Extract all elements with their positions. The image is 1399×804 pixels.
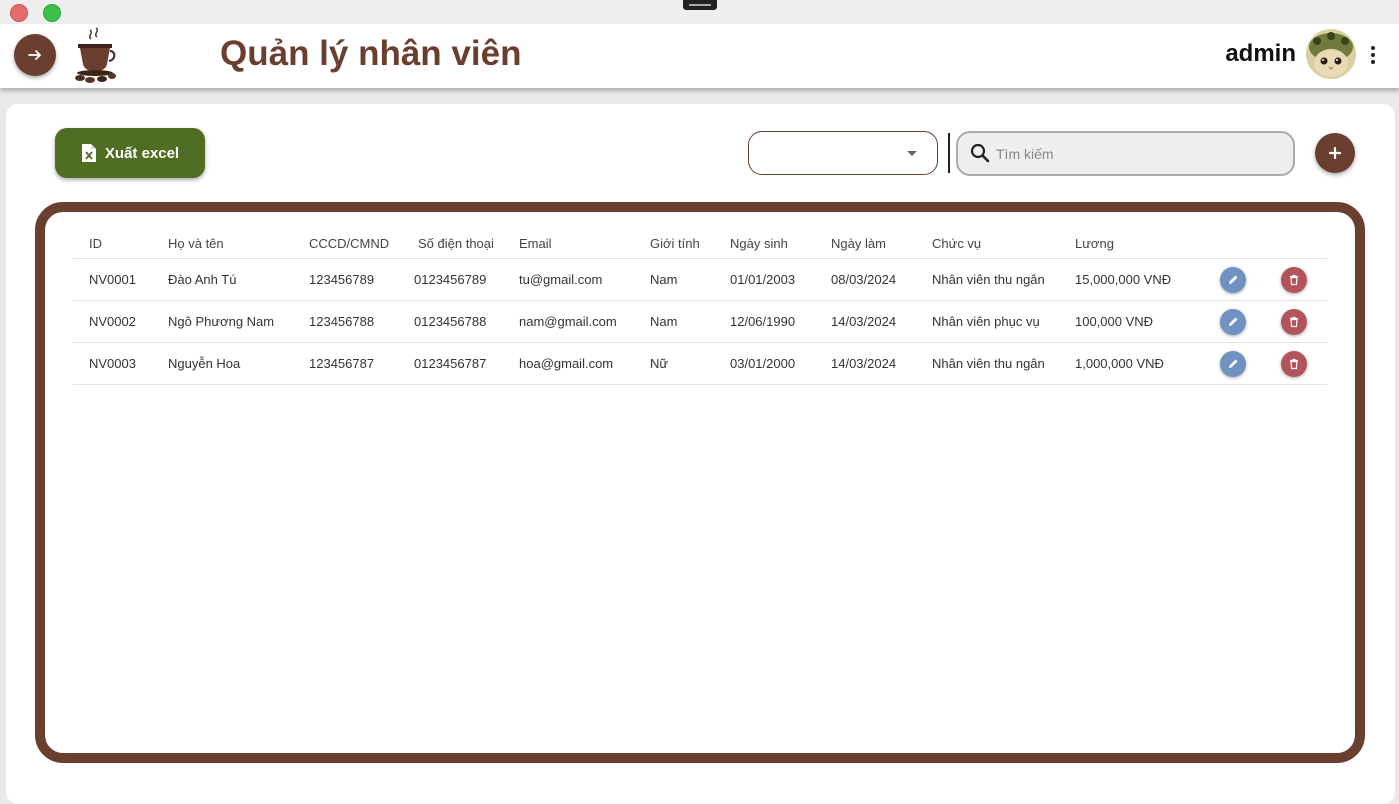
avatar[interactable] (1306, 29, 1356, 79)
cell-start-date: 14/03/2024 (815, 342, 916, 385)
column-header-name: Họ và tên (168, 235, 224, 251)
cell-email: tu@gmail.com (503, 258, 634, 301)
cell-delete (1265, 258, 1327, 301)
window-titlebar (0, 0, 1399, 24)
cell-edit (1204, 342, 1265, 385)
column-header-id: ID (89, 235, 102, 251)
cell-birth-date: 12/06/1990 (714, 300, 815, 343)
delete-button[interactable] (1281, 350, 1307, 377)
column-header-gender: Giới tính (650, 235, 700, 251)
table-row[interactable]: NV0002 Ngô Phương Nam 123456788 01234567… (73, 300, 1327, 343)
column-header-id-card: CCCD/CMND (309, 235, 390, 251)
cell-id: NV0002 (73, 300, 152, 343)
cell-name: Ngô Phương Nam (152, 300, 287, 343)
employee-table: ID Họ và tên CCCD/CMND Số điện thoại Ema… (73, 228, 1327, 385)
user-name: admin (1225, 40, 1296, 67)
cell-edit (1204, 258, 1265, 301)
column-header-email: Email (519, 235, 552, 251)
cell-gender: Nam (634, 258, 714, 301)
cell-edit (1204, 300, 1265, 343)
more-vert-icon-dot (1371, 53, 1375, 57)
delete-button[interactable] (1281, 308, 1307, 335)
cell-delete (1265, 342, 1327, 385)
cell-email: nam@gmail.com (503, 300, 634, 343)
cell-id-card: 123456788 (287, 300, 396, 343)
plus-icon (1329, 147, 1341, 159)
column-header-delete (1265, 228, 1327, 259)
employee-table-frame: ID Họ và tên CCCD/CMND Số điện thoại Ema… (35, 202, 1365, 763)
cell-position: Nhân viên thu ngân (916, 258, 1059, 301)
trash-icon (1290, 316, 1298, 327)
more-vert-icon-dot (1371, 60, 1375, 64)
table-row[interactable]: NV0003 Nguyễn Hoa 123456787 0123456787 h… (73, 342, 1327, 385)
column-header-edit (1204, 228, 1265, 259)
position-filter-dropdown[interactable] (748, 131, 938, 175)
edit-button[interactable] (1220, 266, 1246, 293)
cell-email: hoa@gmail.com (503, 342, 634, 385)
more-vert-button[interactable] (1364, 40, 1382, 70)
column-header-start-date: Ngày làm (831, 235, 886, 251)
cell-start-date: 08/03/2024 (815, 258, 916, 301)
cell-phone: 0123456787 (396, 342, 503, 385)
pencil-icon (1229, 275, 1238, 284)
dropdown-arrow-icon (907, 151, 917, 156)
cell-phone: 0123456789 (396, 258, 503, 301)
export-excel-button[interactable]: Xuất excel (55, 128, 205, 178)
edit-button[interactable] (1220, 350, 1246, 377)
cell-name: Đào Anh Tú (152, 258, 287, 301)
pencil-icon (1229, 359, 1238, 368)
excel-file-icon (81, 144, 96, 162)
trash-icon (1290, 358, 1298, 369)
cell-delete (1265, 300, 1327, 343)
column-header-birth-date: Ngày sinh (730, 235, 788, 251)
cell-gender: Nữ (634, 342, 714, 385)
add-employee-button[interactable] (1315, 133, 1355, 173)
cell-name: Nguyễn Hoa (152, 342, 287, 385)
cell-start-date: 14/03/2024 (815, 300, 916, 343)
more-vert-icon (1371, 46, 1375, 50)
app-header: Quản lý nhân viên admin (0, 24, 1399, 88)
cell-id-card: 123456789 (287, 258, 396, 301)
table-header-row: ID Họ và tên CCCD/CMND Số điện thoại Ema… (73, 228, 1327, 259)
pencil-icon (1229, 317, 1238, 326)
cell-salary: 15,000,000 VNĐ (1059, 258, 1204, 301)
cell-birth-date: 01/01/2003 (714, 258, 815, 301)
column-header-phone: Số điện thoại (418, 235, 494, 251)
toolbar-divider (948, 133, 950, 173)
cell-id: NV0003 (73, 342, 152, 385)
export-excel-label: Xuất excel (104, 144, 180, 162)
nav-toggle-button[interactable] (14, 34, 56, 76)
coffee-logo (75, 27, 116, 83)
cell-id: NV0001 (73, 258, 152, 301)
table-row[interactable]: NV0001 Đào Anh Tú 123456789 0123456789 t… (73, 258, 1327, 301)
cell-phone: 0123456788 (396, 300, 503, 343)
column-header-salary: Lương (1075, 235, 1114, 251)
arrow-right-icon (28, 50, 41, 60)
column-header-position: Chức vụ (932, 235, 982, 251)
edit-button[interactable] (1220, 308, 1246, 335)
cell-id-card: 123456787 (287, 342, 396, 385)
window-maximize-button[interactable] (43, 4, 61, 22)
cat-avatar-image (1306, 29, 1356, 79)
window-close-button[interactable] (10, 4, 28, 22)
search-box (956, 131, 1295, 176)
cell-position: Nhân viên thu ngân (916, 342, 1059, 385)
search-icon (970, 143, 990, 163)
cell-salary: 1,000,000 VNĐ (1059, 342, 1204, 385)
cell-gender: Nam (634, 300, 714, 343)
cell-position: Nhân viên phục vụ (916, 300, 1059, 343)
window-drag-handle[interactable] (683, 0, 717, 10)
trash-icon (1290, 274, 1298, 285)
search-input[interactable] (994, 142, 1278, 166)
delete-button[interactable] (1281, 266, 1307, 293)
cell-birth-date: 03/01/2000 (714, 342, 815, 385)
cell-salary: 100,000 VNĐ (1059, 300, 1204, 343)
page-title: Quản lý nhân viên (220, 34, 522, 73)
